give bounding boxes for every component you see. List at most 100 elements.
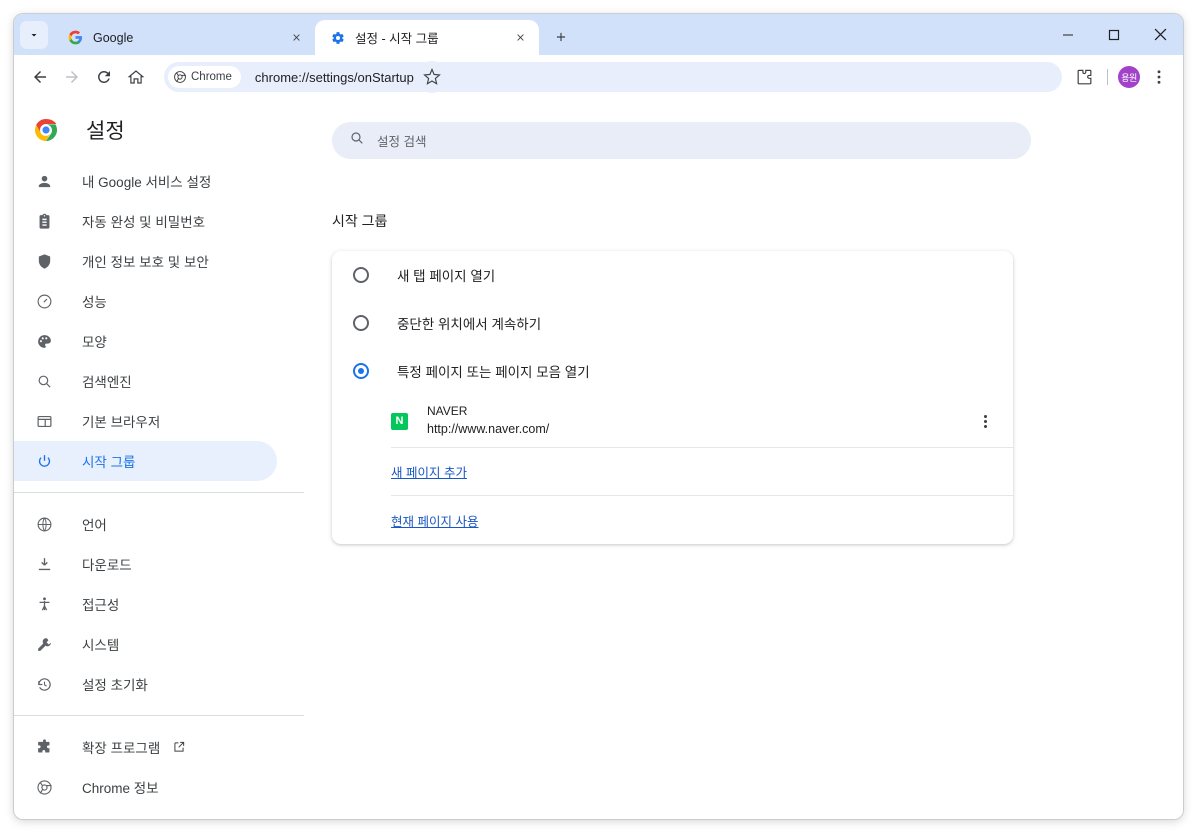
reload-icon xyxy=(97,70,110,83)
three-dot-menu-icon xyxy=(1157,70,1161,84)
settings-main: 설정 검색 시작 그룹 새 탭 페이지 열기 중단한 위치에서 계속하기 특정 … xyxy=(314,99,1183,819)
puzzle-icon xyxy=(34,737,54,757)
startup-page-url: http://www.naver.com/ xyxy=(427,422,550,436)
sidebar-item-performance[interactable]: 성능 xyxy=(14,281,277,321)
use-current-pages-link[interactable]: 현재 페이지 사용 xyxy=(391,511,478,530)
sidebar-item-google-services[interactable]: 내 Google 서비스 설정 xyxy=(14,161,277,201)
radio-button[interactable] xyxy=(353,315,369,331)
three-dot-menu-icon xyxy=(983,414,987,418)
sidebar-item-default-browser[interactable]: 기본 브라우저 xyxy=(14,401,277,441)
sidebar-item-system[interactable]: 시스템 xyxy=(14,624,277,664)
startup-option-continue[interactable]: 중단한 위치에서 계속하기 xyxy=(332,299,1013,347)
sidebar-item-label: 언어 xyxy=(82,518,107,533)
sidebar-item-languages[interactable]: 언어 xyxy=(14,504,277,544)
tab-close-button[interactable] xyxy=(288,29,305,46)
minimize-icon xyxy=(1063,34,1073,35)
settings-brand: 설정 xyxy=(14,99,314,161)
sidebar-item-label: 자동 완성 및 비밀번호 xyxy=(82,215,206,230)
browser-window: Google 설정 - 시작 그룹 Chrome chrome://settin… xyxy=(14,14,1183,819)
sidebar-item-search-engine[interactable]: 검색엔진 xyxy=(14,361,277,401)
back-arrow-icon xyxy=(34,71,46,83)
add-new-page-row: 새 페이지 추가 xyxy=(391,448,1013,496)
radio-button-selected[interactable] xyxy=(353,363,369,379)
add-new-page-link[interactable]: 새 페이지 추가 xyxy=(391,462,467,481)
sidebar-item-label: 기본 브라우저 xyxy=(82,415,161,430)
palette-icon xyxy=(34,331,54,351)
home-button[interactable] xyxy=(120,61,152,93)
sidebar-group-footer: 확장 프로그램 Chrome 정보 xyxy=(14,727,314,807)
sidebar-group-secondary: 언어 다운로드 접근성 시스템 설정 초기화 xyxy=(14,504,314,704)
chrome-outline-icon xyxy=(34,777,54,797)
sidebar-item-extensions[interactable]: 확장 프로그램 xyxy=(14,727,277,767)
sidebar-item-appearance[interactable]: 모양 xyxy=(14,321,277,361)
sidebar-group-primary: 내 Google 서비스 설정 자동 완성 및 비밀번호 개인 정보 보호 및 … xyxy=(14,161,314,481)
tab-title: Google xyxy=(93,30,134,45)
sidebar-item-label: 시스템 xyxy=(82,638,120,653)
startup-option-specific-pages[interactable]: 특정 페이지 또는 페이지 모음 열기 xyxy=(332,347,1013,395)
history-restore-icon xyxy=(34,674,54,694)
sidebar-item-label: 시작 그룹 xyxy=(82,455,136,470)
star-icon xyxy=(423,68,441,85)
chrome-chip-label: Chrome xyxy=(191,71,232,83)
use-current-pages-row: 현재 페이지 사용 xyxy=(391,496,1013,544)
browser-menu-button[interactable] xyxy=(1143,61,1175,93)
browser-window-icon xyxy=(34,411,54,431)
close-button[interactable] xyxy=(1137,14,1183,55)
sidebar-item-downloads[interactable]: 다운로드 xyxy=(14,544,277,584)
three-dot-menu-icon xyxy=(983,419,987,423)
extensions-puzzle-icon xyxy=(1077,69,1091,84)
startup-page-row: N NAVER http://www.naver.com/ xyxy=(391,395,1013,448)
address-bar[interactable]: Chrome chrome://settings/onStartup xyxy=(164,61,1062,93)
sidebar-item-autofill[interactable]: 자동 완성 및 비밀번호 xyxy=(14,201,277,241)
globe-icon xyxy=(34,514,54,534)
power-icon xyxy=(34,451,54,471)
tab-search-button[interactable] xyxy=(20,21,48,49)
sidebar-item-about-chrome[interactable]: Chrome 정보 xyxy=(14,767,277,807)
sidebar-item-privacy-security[interactable]: 개인 정보 보호 및 보안 xyxy=(14,241,277,281)
browser-toolbar: Chrome chrome://settings/onStartup 용원 xyxy=(14,55,1183,99)
external-link-icon xyxy=(172,740,186,754)
plus-icon xyxy=(556,32,566,42)
close-icon xyxy=(1154,28,1166,41)
chrome-outline-icon xyxy=(174,71,186,83)
sidebar-item-label: 설정 초기화 xyxy=(82,678,148,693)
startup-page-menu-button[interactable] xyxy=(971,407,999,435)
startup-option-label: 새 탭 페이지 열기 xyxy=(397,269,496,284)
close-icon xyxy=(293,34,300,41)
tab-settings[interactable]: 설정 - 시작 그룹 xyxy=(315,20,539,55)
sidebar-item-label: 확장 프로그램 xyxy=(82,741,161,756)
startup-settings-card: 새 탭 페이지 열기 중단한 위치에서 계속하기 특정 페이지 또는 페이지 모… xyxy=(332,251,1013,544)
tab-strip: Google 설정 - 시작 그룹 xyxy=(14,14,1183,55)
forward-button[interactable] xyxy=(56,61,88,93)
three-dot-menu-icon xyxy=(983,424,987,428)
startup-option-new-tab[interactable]: 새 탭 페이지 열기 xyxy=(332,251,1013,299)
section-title: 시작 그룹 xyxy=(332,213,388,229)
maximize-button[interactable] xyxy=(1091,14,1137,55)
search-icon xyxy=(349,130,365,151)
avatar[interactable]: 용원 xyxy=(1118,66,1140,88)
close-icon xyxy=(517,34,524,41)
back-button[interactable] xyxy=(24,61,56,93)
extensions-button[interactable] xyxy=(1068,61,1100,93)
sidebar-item-label: Chrome 정보 xyxy=(82,781,159,796)
sidebar-item-accessibility[interactable]: 접근성 xyxy=(14,584,277,624)
sidebar-item-label: 성능 xyxy=(82,295,107,310)
page-content: 설정 내 Google 서비스 설정 자동 완성 및 비밀번호 개인 정보 보호… xyxy=(14,99,1183,819)
minimize-button[interactable] xyxy=(1045,14,1091,55)
search-input[interactable]: 설정 검색 xyxy=(332,122,1031,159)
tab-google[interactable]: Google xyxy=(53,20,315,55)
sidebar-item-on-startup[interactable]: 시작 그룹 xyxy=(14,441,277,481)
sidebar-item-label: 접근성 xyxy=(82,598,120,613)
bookmark-button[interactable] xyxy=(415,61,448,93)
person-icon xyxy=(34,171,54,191)
reload-button[interactable] xyxy=(88,61,120,93)
sidebar-item-label: 내 Google 서비스 설정 xyxy=(82,175,212,190)
new-tab-button[interactable] xyxy=(547,23,575,51)
tab-close-button[interactable] xyxy=(512,29,529,46)
radio-button[interactable] xyxy=(353,267,369,283)
page-title: 설정 xyxy=(86,120,125,143)
tab-title: 설정 - 시작 그룹 xyxy=(355,32,439,46)
sidebar-item-reset-settings[interactable]: 설정 초기화 xyxy=(14,664,277,704)
sidebar-divider xyxy=(14,715,304,716)
chevron-down-icon xyxy=(31,34,37,37)
